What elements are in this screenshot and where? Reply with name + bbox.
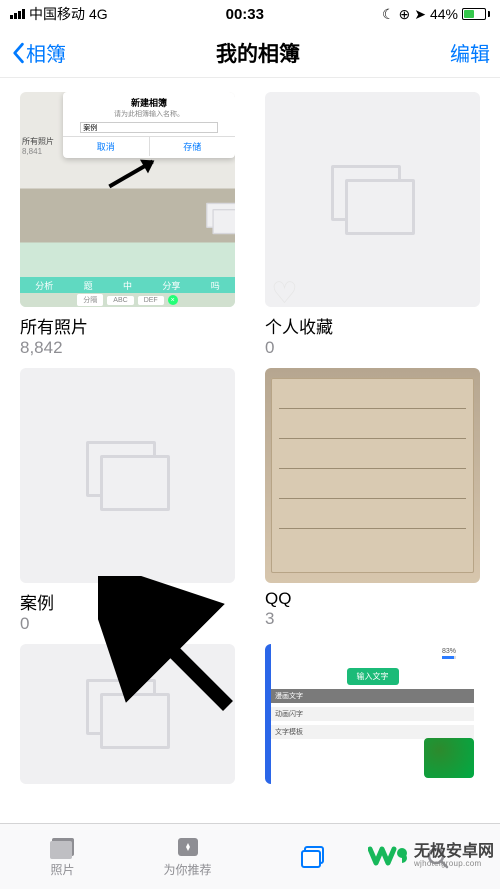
dialog-cancel: 取消 (63, 137, 149, 156)
photos-icon (49, 835, 77, 859)
clock: 00:33 (226, 6, 264, 23)
album-title: 案例 (20, 589, 235, 614)
album-thumb: 所有照片 8,841 新建相簿 请为此相簿输入名称。 取消 存储 分析题中分享吗… (20, 92, 235, 307)
album-example[interactable]: 案例 0 (20, 368, 235, 634)
keyboard-row: 分隔ABCDEF× (20, 293, 235, 307)
new-album-dialog: 新建相簿 请为此相簿输入名称。 取消 存储 (63, 92, 235, 158)
heart-icon: ♡ (271, 276, 298, 307)
album-title: 个人收藏 (265, 313, 480, 338)
album-favorites[interactable]: ♡ 个人收藏 0 (265, 92, 480, 358)
album-count: 8,842 (20, 338, 235, 358)
stack-icon (331, 165, 415, 235)
moon-icon: ☾ (382, 6, 395, 23)
tab-label: 照片 (50, 861, 74, 878)
album-thumb (20, 644, 235, 784)
watermark-en: wjhotelgroup.com (414, 860, 494, 868)
kbd-suggestion-bar: 分析题中分享吗 (20, 277, 235, 293)
album-thumb: ♡ (265, 92, 480, 307)
battery-pct: 44% (430, 6, 458, 22)
stack-icon (86, 679, 170, 749)
album-title: QQ (265, 589, 480, 609)
edit-button[interactable]: 编辑 (450, 38, 490, 67)
nav-bar: 相簿 我的相簿 编辑 (0, 28, 500, 78)
albums-icon (299, 845, 327, 869)
tab-label: 为你推荐 (163, 861, 211, 878)
dialog-input (80, 122, 218, 133)
album-qq[interactable]: QQ 3 (265, 368, 480, 634)
album-thumb (20, 368, 235, 583)
status-bar: 中国移动 4G 00:33 ☾ ⊕ ➤ 44% (0, 0, 500, 28)
tab-foryou[interactable]: 为你推荐 (125, 824, 250, 889)
stack-icon (141, 187, 225, 257)
leaf-image (424, 738, 474, 778)
input-text-button: 输入文字 (347, 668, 399, 685)
location-icon: ➤ (414, 6, 426, 23)
album-thumb: 83% 输入文字 漫画文字 动画闪字 文字模板 (265, 644, 480, 784)
arrow-icon (108, 160, 153, 188)
watermark-cn: 无极安卓网 (414, 844, 494, 860)
stack-icon (86, 441, 170, 511)
foryou-icon (174, 835, 202, 859)
tab-albums[interactable] (250, 824, 375, 889)
albums-grid: 所有照片 8,841 新建相簿 请为此相簿输入名称。 取消 存储 分析题中分享吗… (0, 78, 500, 784)
page-title: 我的相簿 (216, 38, 300, 68)
dialog-save: 存储 (149, 137, 236, 156)
album-title: 所有照片 (20, 313, 235, 338)
lock-rotation-icon: ⊕ (399, 6, 411, 23)
album-app[interactable]: 83% 输入文字 漫画文字 动画闪字 文字模板 (265, 644, 480, 784)
album-count: 0 (20, 614, 235, 634)
album-count: 3 (265, 609, 480, 629)
chevron-left-icon (10, 42, 26, 64)
carrier-label: 中国移动 (29, 4, 85, 24)
tab-photos[interactable]: 照片 (0, 824, 125, 889)
back-button[interactable]: 相簿 (10, 38, 66, 67)
album-thumb (265, 368, 480, 583)
watermark-logo-icon (368, 841, 410, 871)
back-label: 相簿 (26, 38, 66, 67)
battery-icon (462, 8, 490, 20)
watermark: 无极安卓网 wjhotelgroup.com (366, 837, 496, 875)
album-all-photos[interactable]: 所有照片 8,841 新建相簿 请为此相簿输入名称。 取消 存储 分析题中分享吗… (20, 92, 235, 358)
network-label: 4G (89, 6, 108, 22)
album-unknown[interactable] (20, 644, 235, 784)
signal-icon (10, 9, 25, 19)
side-info: 所有照片 8,841 (22, 136, 54, 156)
album-count: 0 (265, 338, 480, 358)
